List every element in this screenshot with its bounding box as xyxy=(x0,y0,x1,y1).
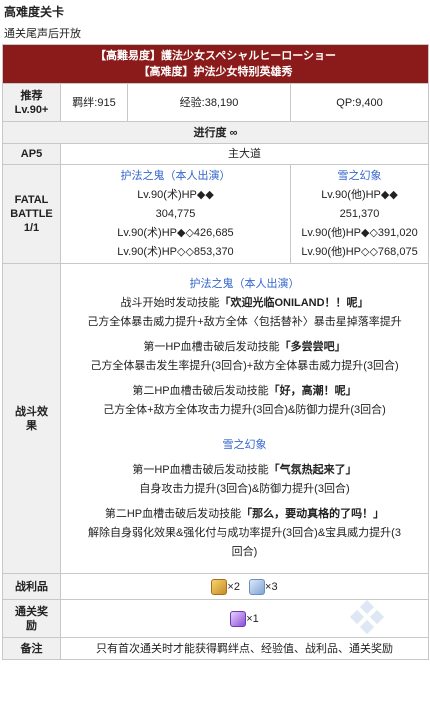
enemy1-hp1: 304,775 xyxy=(155,207,196,220)
reward-label-2: 励 xyxy=(26,619,37,632)
page-heading: 高难度关卡 xyxy=(4,5,65,19)
effect-e2-s1-name: 「气氛热起来了」 xyxy=(268,464,357,476)
blue-feather-icon[interactable] xyxy=(249,578,266,595)
effect-e2-s1-pre: 第一HP血槽击破后发动技能 xyxy=(132,464,269,476)
effect-e2-s2-desc-1: 解除自身弱化效果&强化付与成功率提升(3回合)&宝具威力提升(3 xyxy=(88,527,401,539)
enemy2-cell: 雪之幻象 Lv.90(他)HP◆◆ 251,370 Lv.90(他)HP◆◇39… xyxy=(289,164,430,264)
reward-count: ×1 xyxy=(246,612,259,625)
effect-e1-s3-name: 「好，高潮！呢」 xyxy=(268,385,357,397)
loot-item2-count: ×3 xyxy=(265,580,278,593)
enemy2-name[interactable]: 雪之幻象 xyxy=(291,167,428,186)
loot-item1-count: ×2 xyxy=(227,580,240,593)
effect-e2-s1-desc: 自身攻击力提升(3回合)&防御力提升(3回合) xyxy=(139,483,350,495)
enemy1-cell: 护法之鬼（本人出演） Lv.90(术)HP◆◆ 304,775 Lv.90(术)… xyxy=(60,164,291,264)
battle-effect-label: 战斗效 果 xyxy=(2,263,61,574)
loot-cell: ×2 ×3 xyxy=(59,573,430,600)
effect-e1-s2-pre: 第一HP血槽击破后发动技能 xyxy=(143,341,280,353)
enemy2-hp1: 251,370 xyxy=(339,207,380,220)
effect-e1-skill2: 第一HP血槽击破后发动技能「多尝尝吧」 xyxy=(61,338,428,357)
effect-e2-s2-name: 「那么，要动真格的了吗！」 xyxy=(241,508,385,520)
effect-e1-s2-name: 「多尝尝吧」 xyxy=(279,341,346,353)
progress-row: 进行度 ∞ xyxy=(1,121,430,144)
effect-e1-s3-pre: 第二HP血槽击破后发动技能 xyxy=(132,385,269,397)
enemy1-name[interactable]: 护法之鬼（本人出演） xyxy=(61,167,290,186)
bond-cell: 羁绊:915 xyxy=(60,83,128,122)
qp-cell: QP:9,400 xyxy=(289,83,430,122)
loot-label: 战利品 xyxy=(2,573,61,600)
effect-e1-s3-desc: 己方全体+敌方全体攻击力提升(3回合)&防御力提升(3回合) xyxy=(103,404,386,416)
effect-e2-skill2: 第二HP血槽击破后发动技能「那么，要动真格的了吗！」 xyxy=(61,505,428,524)
enemy2-lv3: Lv.90(他)HP◇◇768,075 xyxy=(301,245,418,258)
effect-e1-s1-pre: 战斗开始时发动技能 xyxy=(120,297,220,309)
enemy1-lv3: Lv.90(术)HP◇◇853,370 xyxy=(117,245,234,258)
fatal-label-3: 1/1 xyxy=(23,222,40,234)
fatal-label: FATAL BATTLE 1/1 xyxy=(2,164,61,264)
reward-label-1: 通关奖 xyxy=(15,605,48,618)
battle-effect-cell: 护法之鬼（本人出演） 战斗开始时发动技能「欢迎光临ONILAND！！呢」 己方全… xyxy=(59,263,430,574)
effect-enemy2-name[interactable]: 雪之幻象 xyxy=(61,436,428,455)
quest-title-cn: 【高难度】护法少女特别英雄秀 xyxy=(138,66,293,78)
recommend-label-1: 推荐 xyxy=(20,89,43,102)
note-label: 备注 xyxy=(2,637,61,660)
effect-e1-skill3: 第二HP血槽击破后发动技能「好，高潮！呢」 xyxy=(61,382,428,401)
effect-e2-s2-desc-2: 回合) xyxy=(231,546,258,558)
ap-label: AP5 xyxy=(2,143,61,165)
exp-cell: 经验:38,190 xyxy=(127,83,291,122)
effect-e2-s2-pre: 第二HP血槽击破后发动技能 xyxy=(104,508,242,520)
quest-title-jp: 【高難易度】護法少女スペシャルヒーローショー xyxy=(95,50,337,62)
effect-e2-skill1: 第一HP血槽击破后发动技能「气氛热起来了」 xyxy=(61,461,428,480)
enemy2-lv2: Lv.90(他)HP◆◇391,020 xyxy=(301,226,418,239)
effect-e1-s1-name: 「欢迎光临ONILAND！！呢」 xyxy=(219,297,369,309)
effect-e1-s1-desc: 己方全体暴击威力提升+敌方全体〈包括替补〉暴击星掉落率提升 xyxy=(87,316,402,328)
fatal-label-1: FATAL xyxy=(14,194,49,206)
enemy1-lv2: Lv.90(术)HP◆◇426,685 xyxy=(117,226,234,239)
note-text: 只有首次通关时才能获得羁绊点、经验值、战利品、通关奖励 xyxy=(59,637,430,660)
quest-title: 【高難易度】護法少女スペシャルヒーローショー 【高难度】护法少女特别英雄秀 xyxy=(1,44,430,84)
recommend-label-2: Lv.90+ xyxy=(14,103,49,116)
effect-e1-skill1: 战斗开始时发动技能「欢迎光临ONILAND！！呢」 xyxy=(61,294,428,313)
battle-effect-label-2: 果 xyxy=(26,419,37,432)
purple-gem-icon[interactable] xyxy=(230,610,247,627)
page-subheading: 通关尾声后开放 xyxy=(4,28,81,40)
fatal-label-2: BATTLE xyxy=(10,208,53,220)
mooncell-watermark xyxy=(349,600,385,635)
gold-crest-icon[interactable] xyxy=(211,578,228,595)
recommend-label: 推荐 Lv.90+ xyxy=(2,83,61,122)
battle-effect-label-1: 战斗效 xyxy=(15,405,48,418)
enemy2-lv1: Lv.90(他)HP◆◆ xyxy=(321,188,398,201)
reward-label: 通关奖 励 xyxy=(2,599,61,638)
effect-enemy1-name[interactable]: 护法之鬼（本人出演） xyxy=(61,275,428,294)
ap-value: 主大道 xyxy=(59,143,430,165)
quest-table: 【高難易度】護法少女スペシャルヒーローショー 【高难度】护法少女特别英雄秀 推荐… xyxy=(1,44,430,660)
enemy1-lv1: Lv.90(术)HP◆◆ xyxy=(137,188,214,201)
effect-e1-s2-desc: 己方全体暴击发生率提升(3回合)+敌方全体暴击威力提升(3回合) xyxy=(90,360,399,372)
